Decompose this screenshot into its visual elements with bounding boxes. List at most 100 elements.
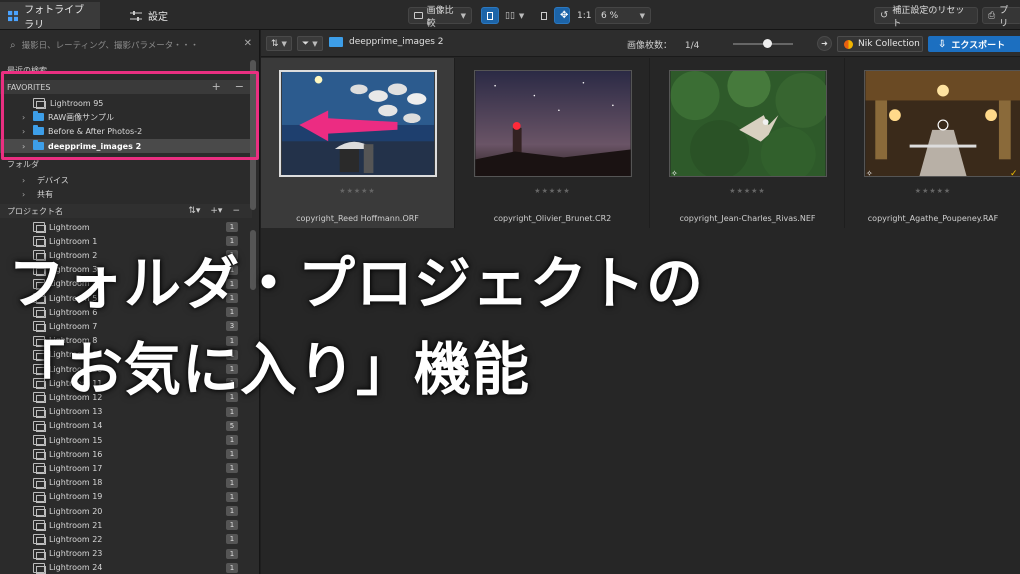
browser-toolbar: ⇅ ▼ ⏷ ▼ deepprime_images 2 画像枚数： 1/4 ➜ Nik… (261, 30, 1020, 57)
filter-dropdown[interactable]: ⏷ ▼ (297, 36, 323, 51)
project-item-label: Lightroom 16 (49, 449, 103, 459)
thumbnail-filename: copyright_Agathe_Poupeney.RAF (867, 214, 999, 223)
rating-stars[interactable]: ★★★★★ (846, 187, 1020, 195)
project-item[interactable]: Lightroom 14 5 (0, 419, 252, 433)
print-label: プリ (999, 5, 1009, 29)
project-count-badge: 1 (226, 406, 238, 417)
export-button[interactable]: ⇩ エクスポート (928, 36, 1020, 52)
folders-header[interactable]: フォルダ (0, 157, 252, 171)
project-item[interactable]: Lightroom 23 1 (0, 547, 252, 561)
project-item[interactable]: Lightroom 20 1 (0, 504, 252, 518)
sort-icon[interactable]: ⇅▾ (188, 206, 200, 216)
chevron-right-icon[interactable]: › (22, 113, 25, 122)
overlay-title-line1: フォルダ・プロジェクトの (8, 251, 704, 317)
single-view-button[interactable] (481, 7, 499, 24)
folders-header-label: フォルダ (7, 159, 39, 169)
thumbnail-item-selected[interactable]: ★★★★★ copyright_Reed Hoffmann.ORF (261, 58, 455, 228)
remove-project-icon[interactable]: − (232, 206, 240, 216)
sort-dropdown[interactable]: ⇅ ▼ (266, 36, 292, 51)
add-favorite-icon[interactable]: + (212, 80, 221, 93)
crop-view-button[interactable] (536, 7, 552, 24)
project-item[interactable]: Lightroom 18 1 (0, 476, 252, 490)
single-view-icon (487, 11, 493, 20)
project-item[interactable]: Lightroom 15 1 (0, 433, 252, 447)
project-item[interactable]: Lightroom 21 1 (0, 518, 252, 532)
tab-photo-library[interactable]: フォトライブラリ (0, 2, 100, 31)
project-item-label: Lightroom (49, 222, 90, 232)
print-button[interactable]: ⎙ プリ (982, 6, 1020, 29)
project-item[interactable]: Lightroom 22 1 (0, 532, 252, 546)
add-project-icon[interactable]: +▾ (210, 206, 222, 216)
thumbnail-size-slider[interactable] (733, 39, 793, 48)
project-icon (33, 491, 46, 503)
project-item[interactable]: Lightroom 16 1 (0, 447, 252, 461)
recent-search-header[interactable]: 最近の検索 (0, 63, 252, 77)
zoom-dropdown[interactable]: 6 % ▼ (595, 7, 651, 24)
project-item-label: Lightroom 24 (49, 563, 103, 573)
folder-item[interactable]: › デバイス (0, 173, 252, 187)
compare-label: 画像比較 (426, 5, 454, 29)
open-external-button[interactable]: ➜ (817, 36, 832, 51)
favorite-item-label: RAW画像サンプル (48, 112, 114, 122)
grid-icon (8, 10, 19, 21)
favorites-header-label: FAVORITES (7, 82, 51, 92)
project-item[interactable]: Lightroom 17 1 (0, 461, 252, 475)
projects-header[interactable]: プロジェクト名 ⇅▾ +▾ − (0, 204, 252, 218)
thumbnail-item[interactable]: ★★★★★ copyright_Olivier_Brunet.CR2 (456, 58, 650, 228)
arrow-right-icon: ➜ (821, 39, 828, 48)
project-count-badge: 1 (226, 506, 238, 516)
favorite-item-selected[interactable]: › deepprime_images 2 (0, 139, 252, 153)
rating-stars[interactable]: ★★★★★ (651, 187, 844, 195)
remove-favorite-icon[interactable]: − (235, 80, 244, 93)
favorites-header[interactable]: FAVORITES + − (0, 80, 252, 94)
thumbnail-item[interactable]: ✧ ★★★★★ copyright_Jean-Charles_Rivas.NEF (651, 58, 845, 228)
favorite-item[interactable]: › RAW画像サンプル (0, 110, 252, 124)
chevron-right-icon[interactable]: › (22, 127, 25, 136)
favorite-item[interactable]: › Before & After Photos-2 (0, 124, 252, 138)
zoom-1to1-button[interactable]: 1:1 (572, 7, 592, 24)
search-icon: ⌕ (10, 39, 16, 51)
reset-corrections-button[interactable]: ↺ 補正設定のリセット (874, 6, 978, 29)
project-item[interactable]: Lightroom 13 1 (0, 405, 252, 419)
sliders-icon (130, 10, 142, 21)
project-item[interactable]: Lightroom 24 1 (0, 561, 252, 574)
folder-icon (329, 37, 343, 47)
chevron-right-icon[interactable]: › (22, 142, 25, 151)
project-count-badge: 1 (226, 435, 238, 445)
project-item-label: Lightroom 13 (49, 407, 103, 417)
rating-stars[interactable]: ★★★★★ (456, 187, 649, 195)
chevron-right-icon[interactable]: › (22, 190, 25, 199)
tab-settings[interactable]: 設定 (122, 2, 194, 29)
nik-collection-button[interactable]: Nik Collection (837, 36, 923, 52)
project-icon (33, 463, 46, 475)
favorite-item-label: deepprime_images 2 (48, 141, 142, 151)
thumbnail-item[interactable]: ✧ ✓ ★★★★★ copyright_Agathe_Poupeney.RAF (846, 58, 1020, 228)
compare-dropdown[interactable]: 画像比較 ▼ (408, 6, 472, 29)
project-item[interactable]: Lightroom 1 (0, 220, 252, 234)
project-count-badge: 1 (226, 548, 238, 559)
move-tool-button[interactable]: ✥ (554, 7, 570, 24)
chevron-down-icon: ▼ (518, 11, 525, 20)
photo-umbrella-hats (279, 70, 437, 177)
folder-item[interactable]: › 共有 (0, 187, 252, 201)
nik-collection-label: Nik Collection (858, 39, 920, 49)
clear-search-icon[interactable]: ✕ (244, 38, 252, 49)
sidebar-scrollbar[interactable] (250, 60, 256, 210)
checkmark-icon: ✓ (1010, 169, 1018, 179)
dual-view-dropdown[interactable]: ▯▯ ▼ (500, 7, 526, 24)
chevron-right-icon[interactable]: › (22, 176, 25, 185)
breadcrumb: deepprime_images 2 (329, 37, 444, 47)
tab-photo-library-label: フォトライブラリ (24, 4, 85, 31)
project-icon (33, 520, 46, 532)
project-item-label: Lightroom 23 (49, 549, 103, 559)
favorite-item[interactable]: Lightroom 95 (0, 96, 252, 110)
project-count-badge: 1 (226, 449, 238, 460)
search-input[interactable]: ⌕ 撮影日、レーティング、撮影パラメータ・・・ ✕ (4, 36, 256, 54)
filter-icon: ⏷ (302, 38, 310, 49)
favorite-item-label: Lightroom 95 (50, 98, 104, 108)
slider-knob[interactable] (763, 39, 772, 48)
rating-stars[interactable]: ★★★★★ (261, 187, 454, 195)
project-item[interactable]: Lightroom 19 1 (0, 490, 252, 504)
project-count-badge: 1 (226, 222, 238, 232)
project-count-badge: 5 (226, 420, 238, 431)
